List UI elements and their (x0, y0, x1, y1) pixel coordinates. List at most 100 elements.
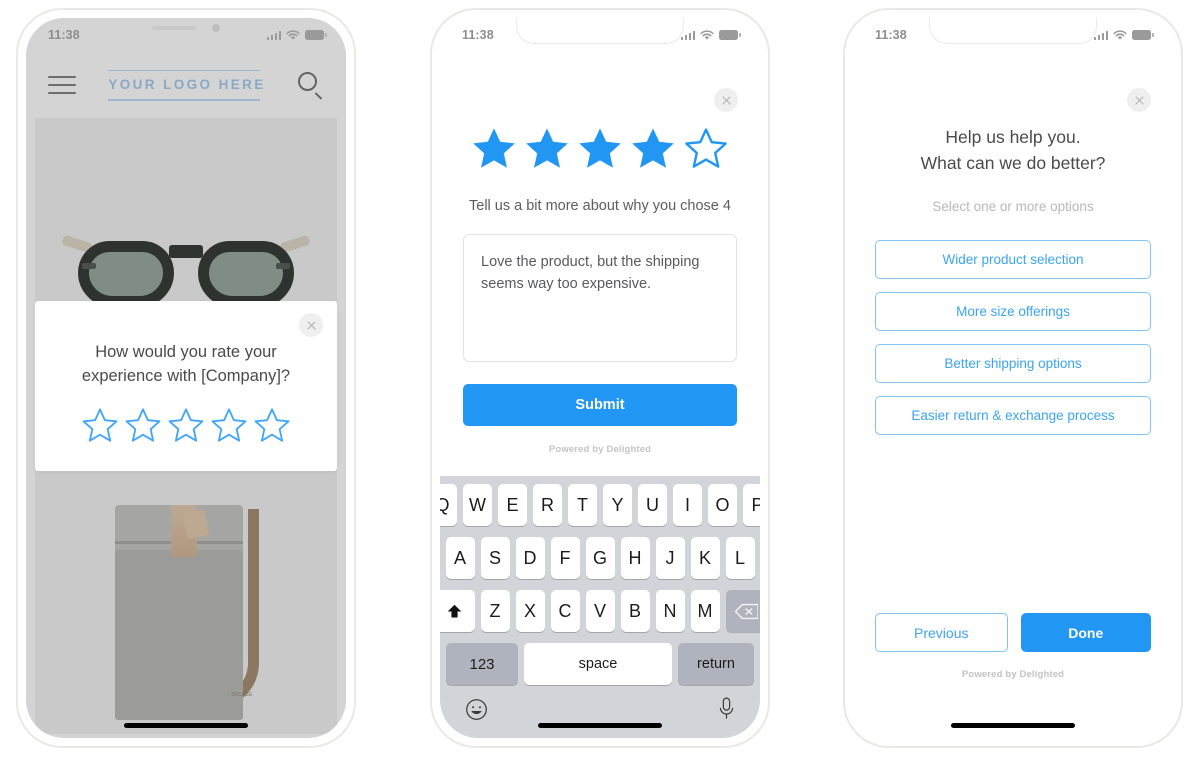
key-e[interactable]: E (498, 484, 527, 526)
phone2-screen: 11:38 Tell us a bit more about why you c… (440, 18, 760, 738)
option-wider-product-selection[interactable]: Wider product selection (875, 239, 1151, 279)
status-time: 11:38 (875, 28, 907, 42)
followup-question: Tell us a bit more about why you chose 4 (469, 198, 731, 214)
status-time: 11:38 (48, 28, 80, 42)
search-icon[interactable] (298, 72, 324, 100)
battery-icon (1132, 30, 1154, 40)
star-icon-2[interactable] (523, 124, 571, 172)
keyboard-bottom-row (443, 693, 757, 721)
star-icon-2[interactable] (123, 405, 163, 445)
rating-modal: How would you rate your experience with … (35, 301, 337, 471)
followup-options-panel: Help us help you. What can we do better?… (853, 52, 1173, 738)
close-icon[interactable] (714, 88, 738, 112)
key-r[interactable]: R (533, 484, 562, 526)
options-list: Wider product selection More size offeri… (875, 239, 1151, 435)
star-icon-5[interactable] (252, 405, 292, 445)
key-d[interactable]: D (515, 537, 545, 579)
return-key[interactable]: return (678, 643, 754, 685)
key-g[interactable]: G (585, 537, 615, 579)
keyboard-row-2: A S D F G H J K L (443, 537, 757, 579)
status-time: 11:38 (462, 28, 494, 42)
star-rating-empty[interactable] (57, 405, 315, 445)
key-y[interactable]: Y (603, 484, 632, 526)
star-rating-filled[interactable] (440, 124, 760, 172)
key-i[interactable]: I (673, 484, 702, 526)
messenger-bag-product-image: INCASE (111, 505, 261, 720)
numbers-key[interactable]: 123 (446, 643, 518, 685)
onscreen-keyboard: Q W E R T Y U I O P A S D F G H (440, 476, 760, 738)
wifi-icon (700, 29, 714, 41)
microphone-icon[interactable] (718, 697, 735, 721)
submit-button[interactable]: Submit (463, 384, 737, 426)
key-k[interactable]: K (690, 537, 720, 579)
key-x[interactable]: X (515, 590, 545, 632)
key-q[interactable]: Q (440, 484, 457, 526)
star-icon-4[interactable] (629, 124, 677, 172)
screenshot-stage: 11:38 YOUR LOGO HERE INCASE How would yo… (0, 0, 1200, 758)
close-icon[interactable] (299, 313, 323, 337)
store-logo: YOUR LOGO HERE (108, 63, 265, 108)
home-indicator (124, 723, 248, 728)
comment-input[interactable]: Love the product, but the shipping seems… (463, 234, 737, 362)
key-b[interactable]: B (620, 590, 650, 632)
key-t[interactable]: T (568, 484, 597, 526)
phone1-screen: 11:38 YOUR LOGO HERE INCASE How would yo… (26, 18, 346, 738)
key-c[interactable]: C (550, 590, 580, 632)
key-z[interactable]: Z (480, 590, 510, 632)
key-l[interactable]: L (725, 537, 755, 579)
logo-rule-bottom (108, 99, 261, 101)
key-a[interactable]: A (445, 537, 475, 579)
star-icon-5[interactable] (682, 124, 730, 172)
phone3-notch (929, 18, 1097, 44)
phone-mockup-3: 11:38 Help us help you. What can we do b… (843, 8, 1183, 748)
phone-mockup-2: 11:38 Tell us a bit more about why you c… (430, 8, 770, 748)
comment-value: Love the product, but the shipping seems… (481, 254, 700, 293)
emoji-smiley-icon[interactable] (465, 698, 488, 721)
done-button[interactable]: Done (1020, 613, 1151, 652)
wifi-icon (286, 29, 300, 41)
space-key[interactable]: space (524, 643, 672, 685)
key-h[interactable]: H (620, 537, 650, 579)
option-better-shipping-options[interactable]: Better shipping options (875, 343, 1151, 383)
page-title: Help us help you. What can we do better? (853, 124, 1173, 177)
battery-icon (305, 30, 327, 40)
key-m[interactable]: M (690, 590, 720, 632)
key-u[interactable]: U (638, 484, 667, 526)
previous-button[interactable]: Previous (875, 613, 1008, 652)
hamburger-menu-icon[interactable] (48, 75, 76, 95)
keyboard-row-1: Q W E R T Y U I O P (440, 484, 760, 526)
page-title-line2: What can we do better? (920, 153, 1106, 174)
star-icon-3[interactable] (166, 405, 206, 445)
home-indicator (538, 723, 662, 728)
phone1-notch (102, 18, 270, 44)
wifi-icon (1113, 29, 1127, 41)
key-j[interactable]: J (655, 537, 685, 579)
star-icon-1[interactable] (80, 405, 120, 445)
store-logo-text: YOUR LOGO HERE (108, 77, 266, 92)
backspace-icon[interactable] (725, 590, 760, 632)
star-icon-3[interactable] (576, 124, 624, 172)
status-icons (680, 29, 741, 41)
option-more-size-offerings[interactable]: More size offerings (875, 291, 1151, 331)
page-subtitle: Select one or more options (932, 198, 1094, 214)
navigation-buttons: Previous Done (875, 613, 1151, 652)
close-icon[interactable] (1127, 88, 1151, 112)
status-icons (266, 29, 327, 41)
rating-question: How would you rate your experience with … (81, 343, 291, 385)
key-f[interactable]: F (550, 537, 580, 579)
bag-brand-label: INCASE (231, 692, 253, 698)
store-app-header: YOUR LOGO HERE (26, 52, 346, 118)
home-indicator (951, 723, 1075, 728)
key-o[interactable]: O (708, 484, 737, 526)
powered-by-label: Powered by Delighted (961, 669, 1065, 680)
star-icon-1[interactable] (470, 124, 518, 172)
key-p[interactable]: P (743, 484, 760, 526)
option-easier-return-exchange[interactable]: Easier return & exchange process (875, 395, 1151, 435)
keyboard-row-4: 123 space return (443, 643, 757, 685)
key-n[interactable]: N (655, 590, 685, 632)
key-w[interactable]: W (463, 484, 492, 526)
key-s[interactable]: S (480, 537, 510, 579)
star-icon-4[interactable] (209, 405, 249, 445)
shift-arrow-icon[interactable] (440, 590, 475, 632)
key-v[interactable]: V (585, 590, 615, 632)
